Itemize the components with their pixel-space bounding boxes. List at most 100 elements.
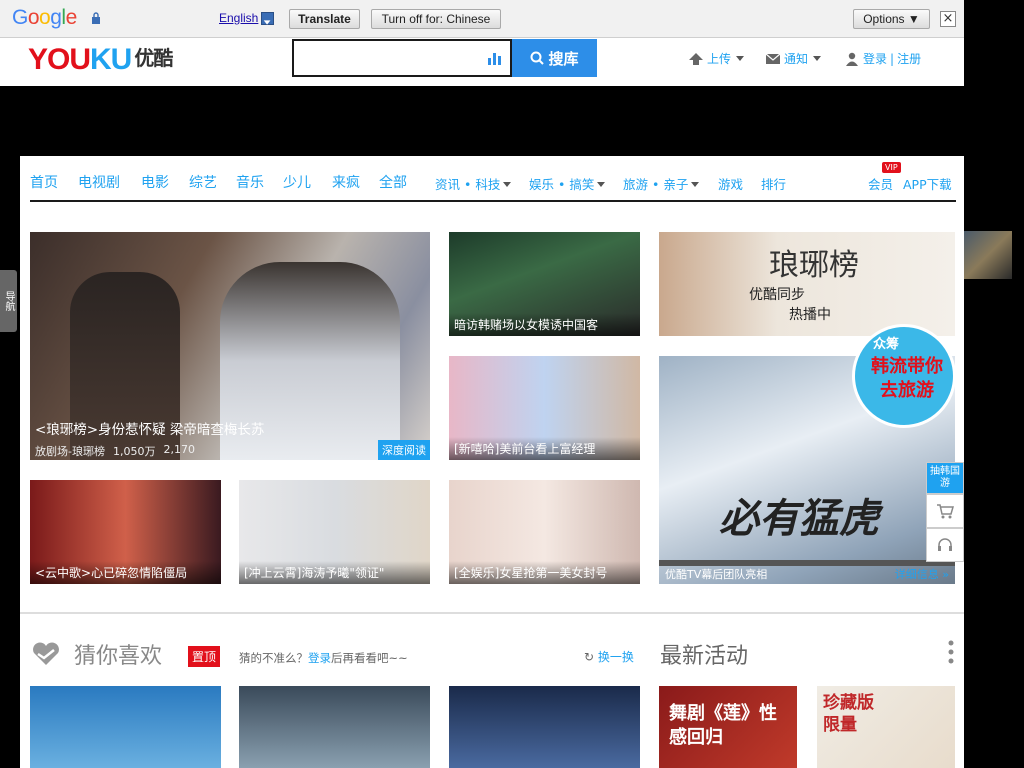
close-translate-bar-button[interactable]: × (940, 11, 956, 27)
video-tile-yunzhongge[interactable]: <云中歌>心已碎忽情陷僵局 (30, 480, 221, 584)
deep-read-tag[interactable]: 深度阅读 (378, 440, 430, 460)
ad-title: 琅琊榜 (769, 248, 859, 283)
vip-badge: VIP (882, 162, 901, 173)
video-caption: <云中歌>心已碎忽情陷僵局 (30, 561, 221, 584)
upload-link[interactable]: 上传 (688, 50, 745, 67)
nav-item-rank[interactable]: 排行 (761, 174, 786, 193)
guess-title: 猜你喜欢 (74, 644, 163, 669)
hero-views: 1,050万 (112, 445, 156, 458)
activity-banner-2-text: 珍藏版限量 (823, 693, 874, 735)
nav-item-movie[interactable]: 电影 (141, 172, 169, 192)
nav-item-laifeng[interactable]: 来疯 (332, 172, 360, 192)
nav-divider (30, 200, 956, 202)
cart-icon (937, 504, 954, 519)
logo-cn: 优酷 (134, 48, 173, 70)
video-tile-casino[interactable]: 暗访韩赌场以女模诱中国客 (449, 232, 640, 336)
search-input[interactable] (292, 39, 512, 77)
notify-link[interactable]: 通知 (765, 50, 822, 67)
upload-icon (689, 52, 703, 65)
support-button[interactable] (926, 528, 964, 562)
account-links: 登录 | 注册 (844, 50, 921, 67)
video-tile-beauty[interactable]: [全娱乐]女星抢第一美女封号 (449, 480, 640, 584)
nav-item-home[interactable]: 首页 (30, 172, 58, 202)
nav-item-variety[interactable]: 综艺 (189, 172, 217, 192)
side-nav-label: 导航 (3, 291, 14, 311)
swap-label: 换一换 (597, 650, 634, 664)
language-link[interactable]: English (219, 11, 258, 25)
nav-item-kids[interactable]: 少儿 (283, 172, 311, 192)
nav-item-app-download[interactable]: APP下载 (903, 174, 952, 193)
nav-item-member[interactable]: 会员 (868, 174, 893, 193)
video-caption: [新嘻哈]美前台看上富经理 (449, 437, 640, 460)
ad-hot: 热播中 (789, 307, 831, 323)
lock-icon (92, 12, 100, 24)
guess-tile-1[interactable] (30, 686, 221, 768)
more-icon[interactable] (948, 640, 954, 664)
activity-banner-1[interactable]: 舞剧《莲》性感回归 (659, 686, 797, 768)
search-button[interactable]: 搜库 (512, 39, 597, 77)
swap-button[interactable]: ↻ 换一换 (584, 648, 634, 665)
nav-item-travel-family[interactable]: 旅游 • 亲子 (623, 174, 700, 193)
hero-meta: 放剧场-琅琊榜 1,050万 2,170 (35, 443, 195, 459)
ad-sub: 优酷同步 (749, 287, 805, 303)
separator: | (890, 51, 895, 66)
headset-icon (938, 538, 952, 551)
cart-button[interactable] (926, 494, 964, 528)
upload-label: 上传 (707, 52, 732, 66)
options-button[interactable]: Options ▼ (853, 9, 930, 29)
turn-off-translate-button[interactable]: Turn off for: Chinese (371, 9, 501, 29)
nav-ent-fun-label: 娱乐 • 搞笑 (529, 177, 595, 192)
notify-label: 通知 (784, 52, 809, 66)
nav-item-ent-fun[interactable]: 娱乐 • 搞笑 (529, 174, 606, 193)
hero-comments: 2,170 (163, 443, 195, 456)
video-caption: 暗访韩赌场以女模诱中国客 (449, 313, 640, 336)
hero-video-tile[interactable]: <琅琊榜>身份惹怀疑 梁帝暗查梅长苏 放剧场-琅琊榜 1,050万 2,170 … (30, 232, 430, 460)
main-content: 首页 电视剧 电影 综艺 音乐 少儿 来疯 全部 资讯 • 科技 娱乐 • 搞笑… (20, 156, 964, 768)
login-link[interactable]: 登录 (863, 50, 887, 67)
mail-icon (765, 53, 781, 64)
nav-item-news-tech[interactable]: 资讯 • 科技 (435, 174, 512, 193)
guess-subtitle: 猜的不准么？登录后再看看吧~~ (239, 650, 408, 666)
nav-item-games[interactable]: 游戏 (718, 174, 743, 193)
language-dropdown[interactable] (261, 12, 274, 25)
video-caption: [冲上云霄]海涛予曦"领证" (239, 561, 430, 584)
video-tile-hiphop[interactable]: [新嘻哈]美前台看上富经理 (449, 356, 640, 460)
translate-button[interactable]: Translate (289, 9, 360, 29)
big-caption: 优酷TV幕后团队亮相 (665, 568, 768, 581)
user-icon (846, 52, 858, 66)
search-icon (530, 51, 545, 65)
guess-sub-post: 后再看看吧~~ (331, 651, 408, 665)
side-float-thumbnail[interactable] (964, 231, 1012, 279)
activity-banner-2[interactable]: 珍藏版限量 (817, 686, 955, 768)
nav-news-tech-label: 资讯 • 科技 (435, 177, 501, 192)
channel-nav: 首页 电视剧 电影 综艺 音乐 少儿 来疯 全部 资讯 • 科技 娱乐 • 搞笑… (30, 172, 956, 202)
logo-you: YOU (28, 43, 91, 76)
video-caption: [全娱乐]女星抢第一美女封号 (449, 561, 640, 584)
logo-ku: KU (90, 43, 132, 76)
lottery-button[interactable]: 抽韩国游 (926, 462, 964, 494)
guess-tile-3[interactable] (449, 686, 640, 768)
guess-tile-2[interactable] (239, 686, 430, 768)
crowd-label: 众筹 (873, 337, 900, 352)
register-link[interactable]: 注册 (897, 50, 921, 67)
nav-item-tv[interactable]: 电视剧 (78, 172, 120, 192)
video-tile-flight[interactable]: [冲上云霄]海涛予曦"领证" (239, 480, 430, 584)
more-info-link[interactable]: 详细信息 » (895, 566, 949, 582)
side-nav-tab[interactable]: 导航 (0, 270, 17, 332)
trend-bars-icon[interactable] (488, 51, 502, 65)
nav-travel-family-label: 旅游 • 亲子 (623, 177, 689, 192)
guess-login-link[interactable]: 登录 (308, 651, 331, 665)
section-divider (20, 612, 964, 614)
nav-item-music[interactable]: 音乐 (236, 172, 264, 192)
ad-banner-langya[interactable]: 琅琊榜 优酷同步 热播中 (659, 232, 955, 336)
hero-source: 放剧场-琅琊榜 (35, 445, 105, 458)
activity-title: 最新活动 (660, 644, 749, 669)
floating-toolbar: 抽韩国游 (926, 462, 964, 562)
search-button-label: 搜库 (548, 49, 579, 68)
site-header: YOUKU 优酷 搜库 上传 通知 登录 | 注册 (0, 38, 964, 86)
nav-item-all[interactable]: 全部 (379, 172, 407, 192)
crowdfunding-badge[interactable]: 众筹 韩流带你去旅游 (852, 324, 956, 428)
pin-tag: 置顶 (188, 646, 221, 667)
youku-logo[interactable]: YOUKU 优酷 (28, 42, 173, 77)
refresh-icon: ↻ (584, 650, 595, 664)
